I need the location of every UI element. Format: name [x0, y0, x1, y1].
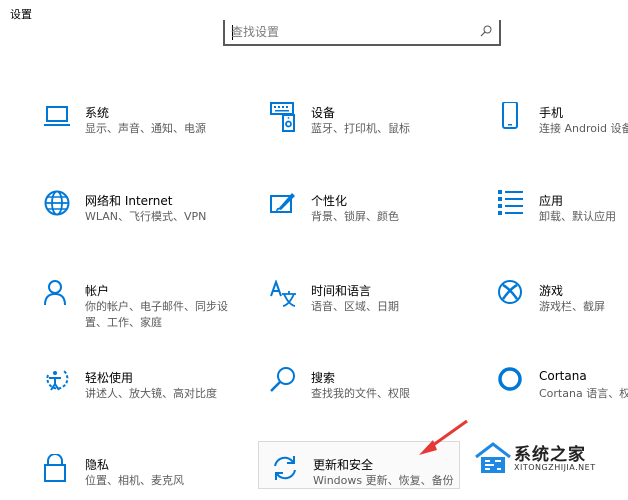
tile-personalization[interactable]: 个性化 背景、锁屏、颜色: [270, 190, 485, 236]
tile-desc: 显示、声音、通知、电源: [85, 122, 206, 135]
watermark: 系统之家 XITONGZHIJIA.NET: [474, 437, 626, 485]
tile-time-language[interactable]: 时间和语言 语音、区域、日期: [270, 280, 485, 326]
watermark-text: 系统之家: [514, 445, 586, 465]
tile-title: 网络和 Internet: [85, 194, 173, 208]
search-input[interactable]: [231, 23, 471, 41]
tile-desc: Cortana 语言、权限: [539, 387, 628, 400]
tile-title: 帐户: [85, 284, 110, 298]
tile-desc: 游戏栏、截屏: [539, 300, 605, 313]
devices-icon: [270, 102, 300, 132]
tile-title: 隐私: [85, 458, 110, 472]
globe-icon: [44, 190, 74, 220]
tile-devices[interactable]: 设备 蓝牙、打印机、鼠标: [270, 102, 485, 148]
tile-desc: WLAN、飞行模式、VPN: [85, 210, 207, 223]
tile-desc: 语音、区域、日期: [311, 300, 399, 313]
tile-ease-of-access[interactable]: 轻松使用 讲述人、放大镜、高对比度: [44, 367, 259, 413]
watermark-url: XITONGZHIJIA.NET: [514, 463, 596, 472]
tile-title: 应用: [539, 194, 564, 208]
tile-phone[interactable]: 手机 连接 Android 设备: [498, 102, 628, 148]
annotation-arrow-icon: [419, 419, 468, 455]
tile-title: 时间和语言: [311, 284, 372, 298]
tile-search[interactable]: 搜索 查找我的文件、权限: [270, 367, 485, 413]
tile-desc: 查找我的文件、权限: [311, 387, 410, 400]
tile-apps[interactable]: 应用 卸载、默认应用: [498, 190, 628, 236]
cortana-circle-icon: [498, 367, 528, 397]
tile-title: 更新和安全: [313, 458, 374, 472]
tile-title: 手机: [539, 106, 564, 120]
tile-cortana[interactable]: Cortana Cortana 语言、权限: [498, 367, 628, 413]
tile-title: 轻松使用: [85, 371, 134, 385]
tile-title: 游戏: [539, 284, 564, 298]
paint-icon: [270, 190, 300, 220]
window-title: 设置: [10, 8, 32, 21]
phone-icon: [498, 102, 528, 132]
search-icon[interactable]: [479, 24, 493, 38]
update-sync-icon: [271, 454, 301, 484]
person-icon: [44, 280, 74, 310]
ease-of-access-icon: [44, 367, 74, 397]
lock-icon: [44, 454, 74, 484]
house-logo-icon: [475, 442, 511, 473]
tile-desc: 卸载、默认应用: [539, 210, 616, 223]
search-box[interactable]: [223, 20, 501, 46]
time-language-icon: [270, 280, 300, 310]
tile-accounts[interactable]: 帐户 你的帐户、电子邮件、同步设置、工作、家庭: [44, 280, 259, 329]
tile-desc: 连接 Android 设备: [539, 122, 628, 135]
tile-desc: 背景、锁屏、颜色: [311, 210, 399, 223]
tile-privacy[interactable]: 隐私 位置、相机、麦克风: [44, 454, 259, 500]
laptop-icon: [44, 102, 74, 132]
tile-title: 设备: [311, 106, 336, 120]
tile-title: Cortana: [539, 369, 587, 383]
xbox-icon: [498, 280, 528, 310]
search-magnifier-icon: [270, 367, 300, 397]
tile-desc: 蓝牙、打印机、鼠标: [311, 122, 410, 135]
apps-list-icon: [498, 190, 528, 220]
tile-desc: 你的帐户、电子邮件、同步设置、工作、家庭: [85, 300, 228, 329]
tile-title: 个性化: [311, 194, 348, 208]
tile-title: 搜索: [311, 371, 336, 385]
tile-network[interactable]: 网络和 Internet WLAN、飞行模式、VPN: [44, 190, 259, 236]
tile-system[interactable]: 系统 显示、声音、通知、电源: [44, 102, 259, 148]
tile-title: 系统: [85, 106, 110, 120]
tile-gaming[interactable]: 游戏 游戏栏、截屏: [498, 280, 628, 326]
tile-desc: 讲述人、放大镜、高对比度: [85, 387, 217, 400]
